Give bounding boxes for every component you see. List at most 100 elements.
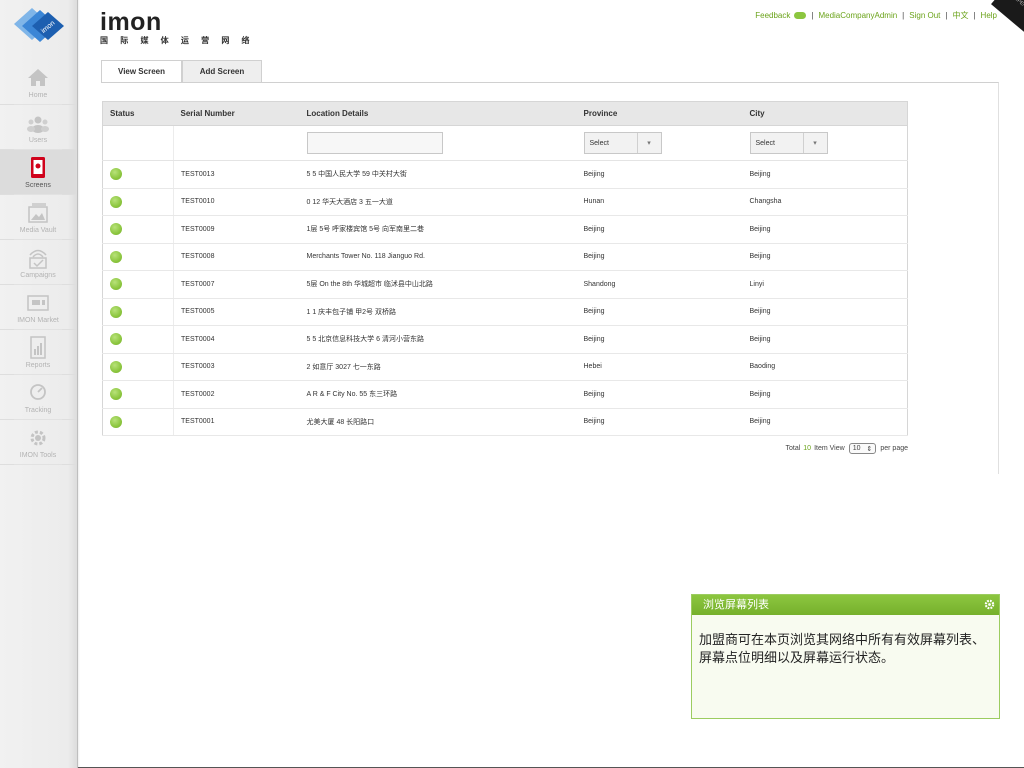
city-cell: Linyi bbox=[742, 270, 908, 299]
column-header-province[interactable]: Province bbox=[576, 101, 743, 126]
sidebar-item-label: Users bbox=[28, 137, 48, 144]
sidebar-item-label: IMON Market bbox=[17, 317, 59, 324]
chat-bubble-icon[interactable] bbox=[794, 12, 807, 19]
serial-number-cell: TEST0005 bbox=[173, 298, 300, 326]
city-cell: Beijing bbox=[742, 160, 908, 189]
sidebar-item-label: IMON Tools bbox=[19, 452, 57, 459]
location-cell: 尤美大厦 48 长阳路口 bbox=[299, 408, 577, 436]
top-links: Feedback | MediaCompanyAdmin | Sign Out … bbox=[755, 10, 997, 21]
gear-icon[interactable] bbox=[984, 599, 995, 610]
brand-name: imon bbox=[100, 8, 162, 36]
serial-number-cell: TEST0009 bbox=[173, 215, 300, 244]
sidebar-item-tracking[interactable]: Tracking bbox=[0, 375, 76, 420]
tab-view-screen[interactable]: View Screen bbox=[101, 60, 182, 83]
pagination: Total 10 Item View 10 ⇕ per page bbox=[785, 443, 908, 454]
table-row[interactable]: TEST0003 2 如意厅 3027 七一东路 Hebei Baoding bbox=[102, 353, 908, 381]
sidebar-item-home[interactable]: Home bbox=[0, 60, 76, 105]
divider: | bbox=[811, 11, 814, 20]
divider: | bbox=[945, 11, 948, 20]
status-online-icon bbox=[110, 168, 122, 181]
per-page-value: 10 bbox=[852, 445, 861, 452]
status-online-icon bbox=[110, 195, 122, 208]
location-cell: 5层 On the 8th 华城超市 临沭县中山北路 bbox=[299, 270, 577, 299]
table-row[interactable]: TEST0007 5层 On the 8th 华城超市 临沭县中山北路 Shando… bbox=[102, 270, 908, 299]
tracking-icon bbox=[30, 384, 46, 400]
province-cell: Beijing bbox=[576, 160, 743, 189]
filter-cell bbox=[299, 125, 577, 161]
serial-number-cell: TEST0013 bbox=[173, 160, 300, 189]
province-cell: Beijing bbox=[576, 408, 743, 436]
brand: imon 国 际 媒 体 运 营 网 络 bbox=[100, 10, 255, 46]
table-row[interactable]: TEST0005 1 1 庆丰包子铺 甲2号 双桥路 Beijing Beijing bbox=[102, 298, 908, 326]
sidebar-item-imon-market[interactable]: IMON Market bbox=[0, 285, 76, 330]
total-label: Total bbox=[785, 445, 801, 452]
status-cell bbox=[102, 188, 174, 216]
table-row[interactable]: TEST0001 尤美大厦 48 长阳路口 Beijing Beijing bbox=[102, 408, 908, 436]
tab-add-screen[interactable]: Add Screen bbox=[182, 60, 262, 82]
serial-number-cell: TEST0010 bbox=[173, 188, 300, 216]
city-cell: Beijing bbox=[742, 298, 908, 326]
imon-logo[interactable]: imon bbox=[10, 6, 68, 46]
sidebar-item-label: Reports bbox=[25, 362, 51, 369]
city-cell: Beijing bbox=[742, 215, 908, 244]
status-online-icon bbox=[110, 360, 122, 373]
sidebar-item-imon-tools[interactable]: IMON Tools bbox=[0, 420, 76, 465]
serial-number-cell: TEST0002 bbox=[173, 380, 300, 409]
chevron-down-icon: ▾ bbox=[636, 133, 661, 153]
status-online-icon bbox=[110, 250, 122, 263]
serial-number-cell: TEST0007 bbox=[173, 270, 300, 299]
province-select[interactable]: Select ▾ bbox=[583, 132, 662, 154]
table-row[interactable]: TEST0004 5 5 北京信息科技大学 6 清河小营东路 Beijing Beij… bbox=[102, 325, 908, 354]
location-cell: Merchants Tower No. 118 Jianguo Rd. bbox=[299, 243, 577, 271]
province-select-value: Select bbox=[589, 139, 609, 147]
province-cell: Hunan bbox=[576, 188, 743, 216]
sidebar-item-reports[interactable]: Reports bbox=[0, 330, 76, 375]
user-link[interactable]: MediaCompanyAdmin bbox=[818, 11, 897, 20]
sidebar: imon Home Users Screens Media Vault Camp… bbox=[0, 0, 80, 768]
sidebar-item-label: Media Vault bbox=[19, 227, 57, 234]
city-cell: Beijing bbox=[742, 408, 908, 436]
sign-out-link[interactable]: Sign Out bbox=[909, 11, 940, 20]
status-cell bbox=[102, 215, 174, 244]
screen-icon bbox=[31, 157, 45, 178]
reports-icon bbox=[30, 336, 46, 359]
province-cell: Shandong bbox=[576, 270, 743, 299]
status-cell bbox=[102, 380, 174, 409]
status-online-icon bbox=[110, 333, 122, 346]
location-filter-input[interactable] bbox=[306, 132, 443, 154]
tools-icon bbox=[30, 430, 46, 446]
total-count: 10 bbox=[803, 445, 812, 452]
status-cell bbox=[102, 243, 174, 271]
table-row[interactable]: TEST0002 A R & F City No. 55 东三环路 Beijing B… bbox=[102, 380, 908, 409]
column-header-serial-number[interactable]: Serial Number bbox=[173, 101, 300, 126]
filter-cell bbox=[102, 125, 174, 161]
feedback-link[interactable]: Feedback bbox=[755, 11, 790, 20]
help-link[interactable]: Help bbox=[981, 11, 997, 20]
province-cell: Hebei bbox=[576, 353, 743, 381]
sidebar-item-screens[interactable]: Screens bbox=[0, 150, 76, 195]
table-row[interactable]: TEST0010 0 12 华天大酒店 3 五一大道 Hunan Changsha bbox=[102, 188, 908, 216]
sidebar-item-label: Home bbox=[28, 92, 48, 99]
status-cell bbox=[102, 160, 174, 189]
serial-number-cell: TEST0003 bbox=[173, 353, 300, 381]
column-header-status[interactable]: Status bbox=[102, 101, 174, 126]
per-page-select[interactable]: 10 ⇕ bbox=[848, 443, 877, 454]
table-row[interactable]: TEST0009 1层 5号 呼家楼宾馆 5号 向军南里二巷 Beijing Beij… bbox=[102, 215, 908, 244]
sidebar-item-users[interactable]: Users bbox=[0, 105, 76, 150]
sidebar-nav: Home Users Screens Media Vault Campaigns… bbox=[0, 60, 76, 465]
table-row[interactable]: TEST0008 Merchants Tower No. 118 Jianguo … bbox=[102, 243, 908, 271]
table-row[interactable]: TEST0013 5 5 中国人民大学 59 中关村大街 Beijing Beijin… bbox=[102, 160, 908, 189]
column-header-city[interactable]: City bbox=[742, 101, 908, 126]
status-cell bbox=[102, 353, 174, 381]
location-cell: A R & F City No. 55 东三环路 bbox=[299, 380, 577, 409]
sidebar-item-label: Tracking bbox=[24, 407, 52, 414]
column-header-location-details[interactable]: Location Details bbox=[299, 101, 577, 126]
sidebar-item-media-vault[interactable]: Media Vault bbox=[0, 195, 76, 240]
status-online-icon bbox=[110, 305, 122, 318]
divider: | bbox=[902, 11, 905, 20]
sidebar-item-campaigns[interactable]: Campaigns bbox=[0, 240, 76, 285]
city-select[interactable]: Select ▾ bbox=[749, 132, 828, 154]
language-link[interactable]: 中文 bbox=[952, 10, 968, 21]
status-online-icon bbox=[110, 278, 122, 291]
province-cell: Beijing bbox=[576, 215, 743, 244]
